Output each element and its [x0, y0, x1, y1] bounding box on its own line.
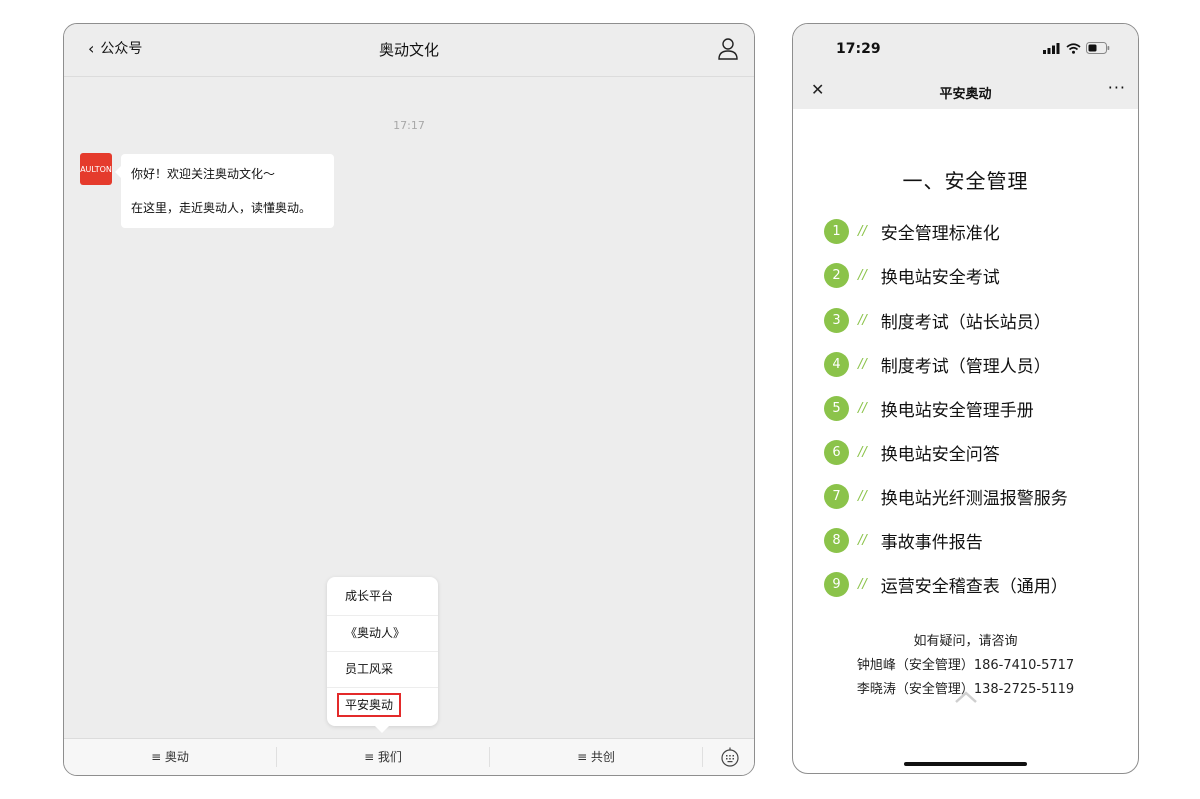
menu-item-label: 换电站安全考试: [880, 267, 1000, 288]
status-bar: 17:29: [793, 24, 1138, 74]
message-line: 在这里，走近奥动人，读懂奥动。: [131, 201, 312, 215]
section-title: 一、安全管理: [902, 169, 1029, 193]
menu-item-label: 换电站安全问答: [880, 444, 1000, 465]
submenu-item-safe-aulton[interactable]: 平安奥动: [327, 687, 438, 722]
message-line: 你好！欢迎关注奥动文化～: [131, 167, 276, 181]
slash-separator: //: [858, 532, 867, 548]
menu-item-safety-standardization[interactable]: 1 // 安全管理标准化: [824, 216, 1000, 246]
webview-nav-bar: ✕ 平安奥动 ···: [793, 74, 1138, 109]
slash-separator: //: [858, 312, 867, 328]
chat-title: 奥动文化: [378, 41, 439, 59]
menu-item-label: 制度考试（管理人员）: [880, 356, 1051, 377]
slash-separator: //: [858, 267, 867, 283]
submenu-item-label: 成长平台: [345, 589, 394, 603]
menu-item-label: 事故事件报告: [880, 532, 983, 553]
menu-item-label: 换电站光纤测温报警服务: [880, 488, 1068, 509]
menu-item-label: 安全管理标准化: [880, 223, 1000, 244]
number-badge: 8: [824, 527, 849, 553]
submenu-item-growth-platform[interactable]: 成长平台: [327, 579, 438, 614]
tab-aulton[interactable]: ≡ 奥动: [64, 739, 276, 775]
slash-separator: //: [858, 488, 867, 504]
menu-item-policy-exam-managers[interactable]: 4 // 制度考试（管理人员）: [824, 349, 1051, 379]
slash-separator: //: [858, 223, 867, 239]
contact-line: 钟旭峰（安全管理）186-7410-5717: [856, 658, 1075, 673]
scroll-up-icon[interactable]: [955, 691, 977, 703]
contact-heading: 如有疑问，请咨询: [913, 634, 1018, 649]
menu-item-safety-handbook[interactable]: 5 // 换电站安全管理手册: [824, 393, 1034, 423]
battery-icon: [1086, 42, 1110, 54]
menu-tabbar: ≡ 奥动 ≡ 我们 ≡ 共创: [64, 738, 754, 775]
menu-item-fiber-temp-alarm[interactable]: 7 // 换电站光纤测温报警服务: [824, 481, 1068, 511]
wifi-icon: [1066, 42, 1081, 54]
number-badge: 7: [824, 483, 849, 509]
number-badge: 2: [824, 262, 849, 288]
number-badge: 6: [824, 439, 849, 465]
chat-header: ‹ 公众号 奥动文化: [64, 24, 754, 77]
slash-separator: //: [858, 444, 867, 460]
submenu-item-label: 员工风采: [345, 662, 394, 676]
menu-item-station-safety-exam[interactable]: 2 // 换电站安全考试: [824, 260, 1000, 290]
number-badge: 5: [824, 395, 849, 421]
cellular-signal-icon: [1043, 42, 1060, 54]
menu-item-label: 制度考试（站长站员）: [880, 312, 1051, 333]
keyboard-icon[interactable]: [720, 747, 740, 767]
menu-item-incident-report[interactable]: 8 // 事故事件报告: [824, 525, 983, 555]
tab-co-create[interactable]: ≡ 共创: [490, 739, 702, 775]
tab-divider: [702, 747, 703, 767]
menu-item-label: 运营安全稽查表（通用）: [880, 576, 1068, 597]
menu-item-policy-exam-staff[interactable]: 3 // 制度考试（站长站员）: [824, 305, 1051, 335]
official-account-avatar[interactable]: AULTON: [80, 153, 112, 185]
tab-about-us[interactable]: ≡ 我们: [277, 739, 489, 775]
number-badge: 1: [824, 218, 849, 244]
message-bubble: 你好！欢迎关注奥动文化～ 在这里，走近奥动人，读懂奥动。: [115, 154, 334, 228]
home-indicator[interactable]: [904, 762, 1027, 766]
menu-item-label: 换电站安全管理手册: [880, 400, 1034, 421]
menu-item-safety-audit-form[interactable]: 9 // 运营安全稽查表（通用）: [824, 569, 1068, 599]
more-options-icon[interactable]: ···: [1108, 78, 1126, 97]
phone-webview: 17:29 ✕ 平安奥动 ··· 一、安全管理 1 // 安全管理标准化 2 /…: [792, 23, 1139, 774]
slash-separator: //: [858, 400, 867, 416]
page-title: 平安奥动: [939, 87, 992, 102]
submenu-popup: 成长平台 《奥动人》 员工风采 平安奥动: [327, 577, 438, 733]
submenu-item-label: 《奥动人》: [345, 626, 406, 640]
slash-separator: //: [858, 356, 867, 372]
status-time: 17:29: [836, 41, 881, 57]
profile-icon[interactable]: [716, 36, 740, 62]
submenu-item-staff-style[interactable]: 员工风采: [327, 651, 438, 686]
submenu-item-label: 平安奥动: [337, 693, 402, 717]
number-badge: 3: [824, 307, 849, 333]
wechat-chat-window: ‹ 公众号 奥动文化 17:17 AULTON 你好！欢迎关注奥动文化～ 在这里…: [63, 23, 755, 776]
number-badge: 4: [824, 351, 849, 377]
slash-separator: //: [858, 576, 867, 592]
number-badge: 9: [824, 571, 849, 597]
message-timestamp: 17:17: [393, 119, 425, 132]
menu-item-safety-qa[interactable]: 6 // 换电站安全问答: [824, 437, 1000, 467]
submenu-item-aulton-people[interactable]: 《奥动人》: [327, 615, 438, 650]
status-icons: [1043, 42, 1110, 54]
